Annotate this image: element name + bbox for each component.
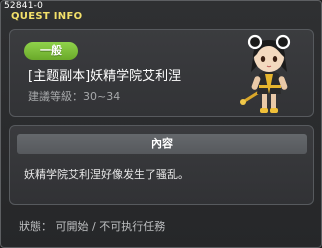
quest-category-badge: 一般: [24, 42, 78, 60]
status-unavailable: 不可执行任務: [99, 220, 166, 233]
quest-recommended-level: 建議等級：30~34: [28, 90, 120, 104]
window-title: QUEST INFO: [11, 11, 83, 22]
status-colon: ：: [41, 220, 56, 233]
content-text: 妖精学院艾利涅好像发生了骚乱。: [24, 168, 189, 181]
level-label: 建議等級: [28, 90, 72, 103]
quest-name: [主题副本]妖精学院艾利涅: [28, 69, 182, 84]
status-label: 狀態: [19, 220, 41, 233]
status-available: 可開始: [55, 220, 89, 233]
quest-info-window: 52841-0 QUEST INFO 一般 [主题副本]妖精学院艾利涅 建議等級…: [0, 0, 322, 248]
quest-summary-panel: 一般 [主题副本]妖精学院艾利涅 建議等級：30~34: [9, 29, 314, 117]
npc-portrait-icon: [240, 34, 291, 113]
level-colon: ：: [72, 90, 83, 103]
quest-content-panel: 內容 妖精学院艾利涅好像发生了骚乱。: [9, 125, 314, 205]
quest-status: 狀態： 可開始 / 不可执行任務: [19, 220, 165, 234]
content-header: 內容: [17, 134, 307, 154]
level-range: 30~34: [83, 90, 121, 103]
